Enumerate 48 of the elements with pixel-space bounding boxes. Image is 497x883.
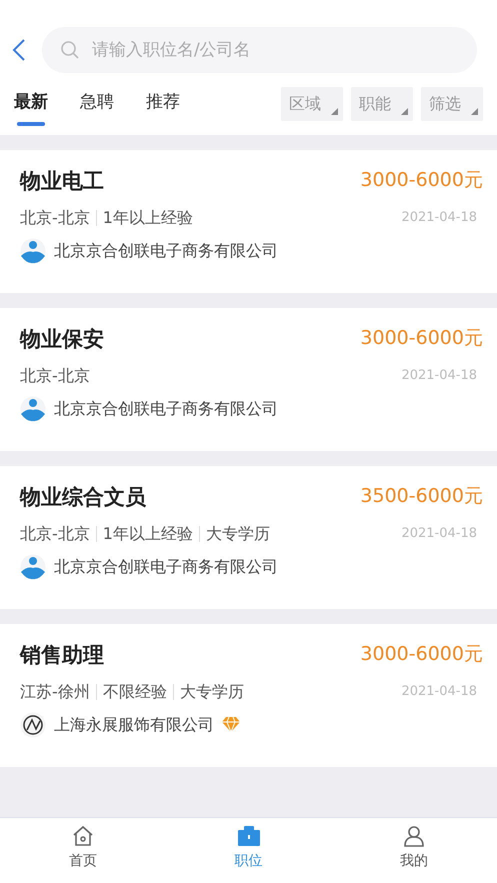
nav-tab[interactable]: 我的 (331, 818, 497, 883)
job-tag: 不限经验 (102, 680, 167, 704)
caret-icon (331, 108, 338, 115)
job-title: 物业综合文员 (20, 484, 146, 511)
salary: 3000-6000元 (360, 168, 483, 193)
salary: 3000-6000元 (360, 642, 483, 667)
tab[interactable]: 急聘 (80, 80, 114, 128)
job-title: 销售助理 (20, 642, 104, 669)
company-name: 北京京合创联电子商务有限公司 (54, 398, 278, 420)
company-logo (20, 554, 46, 580)
company-name: 北京京合创联电子商务有限公司 (54, 240, 278, 262)
job-title: 物业电工 (20, 168, 104, 195)
company-logo (20, 238, 46, 264)
search-icon (60, 40, 80, 60)
post-date: 2021-04-18 (401, 682, 477, 701)
nav-tab[interactable]: 首页 (0, 818, 166, 883)
diamond-icon (222, 717, 240, 732)
job-tag: 北京-北京 (20, 364, 90, 388)
post-date: 2021-04-18 (401, 524, 477, 543)
post-date: 2021-04-18 (401, 366, 477, 385)
salary: 3500-6000元 (360, 484, 483, 509)
home-icon (70, 824, 95, 848)
job-card[interactable]: 物业保安 3000-6000元 北京-北京 2021-04-18 北京京合创联电子商务有限公司 (0, 308, 497, 451)
salary: 3000-6000元 (360, 326, 483, 351)
company-logo (20, 396, 46, 422)
job-tag: 大专学历 (206, 522, 270, 546)
job-tag: 江苏-徐州 (20, 680, 90, 704)
back-icon[interactable] (12, 38, 26, 62)
company-logo (20, 712, 46, 738)
job-card[interactable]: 物业电工 3000-6000元 北京-北京 1年以上经验 2021-04-18 北京京合创联电子商务有限公司 (0, 150, 497, 293)
job-title: 物业保安 (20, 326, 104, 353)
briefcase-icon (236, 824, 260, 848)
job-tag: 北京-北京 (20, 206, 90, 230)
caret-icon (401, 108, 408, 115)
job-tag: 1年以上经验 (102, 206, 193, 230)
job-tag: 大专学历 (180, 680, 244, 704)
tab[interactable]: 推荐 (146, 80, 180, 128)
job-card[interactable]: 销售助理 3000-6000元 江苏-徐州 不限经验 大专学历 2021-04-18 上海永展服饰有限公司 (0, 624, 497, 767)
caret-icon (471, 108, 478, 115)
user-icon (402, 824, 426, 848)
tab[interactable]: 最新 (14, 80, 48, 128)
company-name: 北京京合创联电子商务有限公司 (54, 556, 278, 578)
post-date: 2021-04-18 (401, 208, 477, 227)
job-tag: 北京-北京 (20, 522, 90, 546)
job-card[interactable]: 物业综合文员 3500-6000元 北京-北京 1年以上经验 大专学历 2021-04-18 北京京合创联电子商务有限公司 (0, 466, 497, 609)
job-tag: 1年以上经验 (102, 522, 193, 546)
company-name: 上海永展服饰有限公司 (54, 714, 214, 736)
search-field[interactable]: 请输入职位名/公司名 (42, 27, 477, 73)
